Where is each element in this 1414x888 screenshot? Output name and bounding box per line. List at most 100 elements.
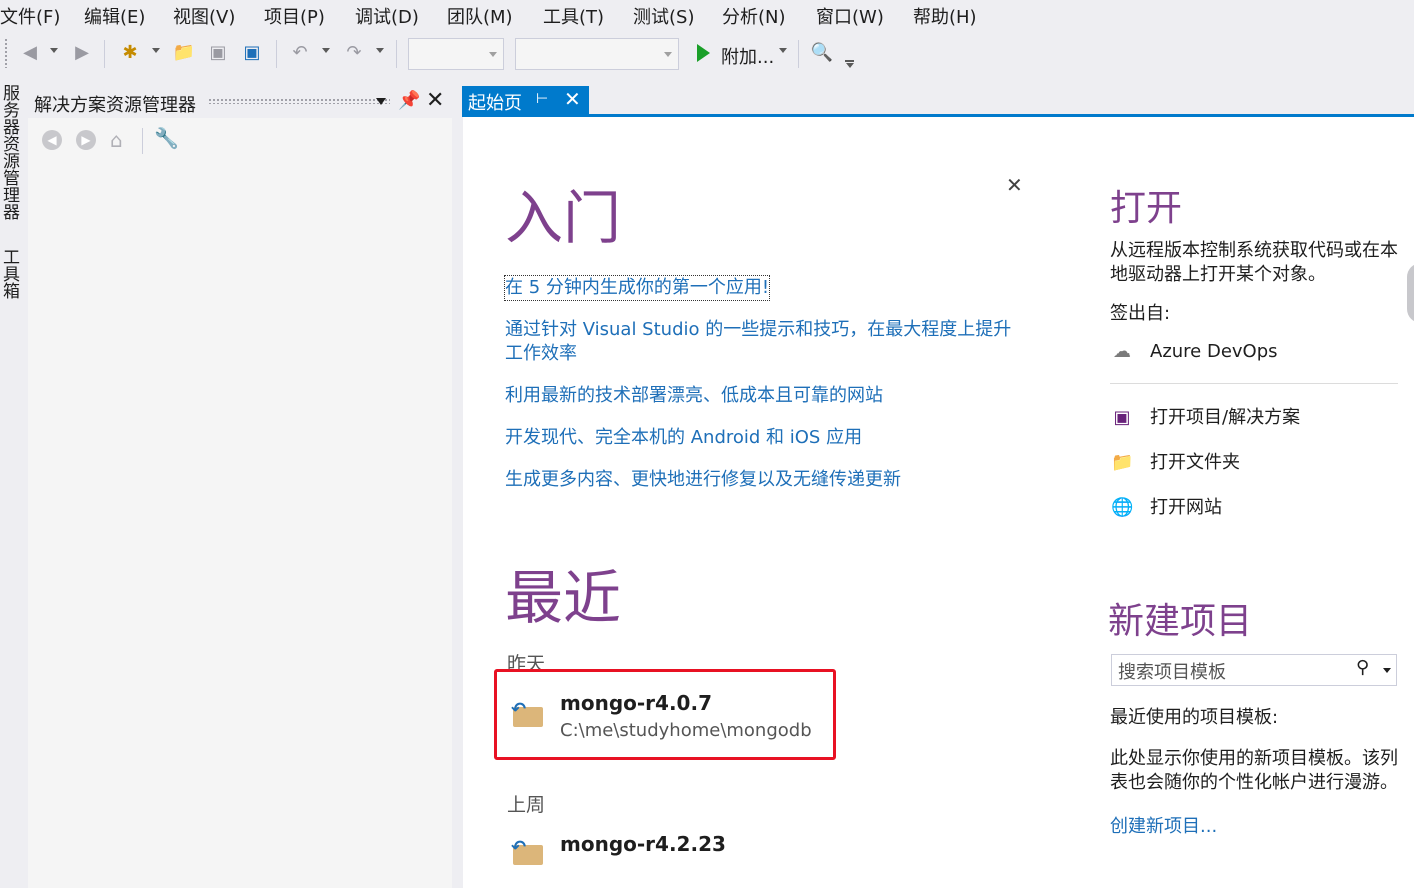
recent-heading: 最近: [505, 564, 622, 632]
home-icon[interactable]: ⌂: [110, 128, 123, 152]
new-project-icon[interactable]: ✱: [118, 41, 142, 65]
recent-item-name[interactable]: mongo-r4.0.7: [560, 691, 712, 715]
menu-tools[interactable]: 工具(T): [543, 3, 604, 29]
link-devops[interactable]: 生成更多内容、更快地进行修复以及无缝传递更新: [505, 468, 901, 492]
solution-explorer-panel: 解决方案资源管理器 📌 ✕ ◀ ▶ ⌂ 🔧: [28, 86, 452, 888]
close-tab-icon[interactable]: ✕: [564, 87, 581, 111]
menu-edit[interactable]: 编辑(E): [84, 3, 145, 29]
save-icon[interactable]: ▣: [206, 41, 230, 65]
open-website-link[interactable]: 打开网站: [1150, 496, 1222, 520]
solution-explorer-tree[interactable]: [28, 162, 452, 888]
chevron-down-icon[interactable]: [1383, 668, 1391, 673]
wrench-icon[interactable]: 🔧: [154, 126, 179, 150]
link-deploy-websites[interactable]: 利用最新的技术部署漂亮、低成本且可靠的网站: [505, 384, 883, 408]
toolbar: ◀ ▶ ✱ 📁 ▣ ▣ ↶ ↷ 附加... 🔍: [0, 30, 1414, 78]
azure-devops-link[interactable]: Azure DevOps: [1150, 340, 1278, 364]
link-tips-tricks[interactable]: 通过针对 Visual Studio 的一些提示和技巧，在最大程度上提升: [505, 318, 1011, 342]
back-icon[interactable]: ◀: [42, 130, 62, 150]
toolbar-separator: [276, 40, 277, 68]
menu-analyze[interactable]: 分析(N): [722, 3, 786, 29]
tab-label: 起始页: [468, 93, 522, 114]
forward-icon[interactable]: ▶: [70, 41, 94, 65]
chevron-down-icon: [489, 52, 497, 57]
menu-help[interactable]: 帮助(H): [913, 3, 977, 29]
solution-explorer-title: 解决方案资源管理器: [34, 95, 196, 116]
divider: [1110, 383, 1398, 384]
undo-icon[interactable]: ↶: [288, 41, 312, 65]
menu-debug[interactable]: 调试(D): [355, 3, 419, 29]
menu-project[interactable]: 项目(P): [264, 3, 325, 29]
server-explorer-tab[interactable]: 服务器资源管理器: [0, 84, 19, 220]
undo-dropdown-icon[interactable]: [322, 48, 330, 53]
configuration-combo[interactable]: [408, 38, 504, 70]
open-folder-link[interactable]: 打开文件夹: [1150, 451, 1240, 475]
create-new-project-link[interactable]: 创建新项目...: [1110, 815, 1217, 839]
vs-solution-icon: ▣: [1113, 407, 1131, 428]
panel-menu-icon[interactable]: [376, 98, 386, 105]
link-mobile-apps[interactable]: 开发现代、完全本机的 Android 和 iOS 应用: [505, 426, 862, 450]
find-in-files-icon[interactable]: 🔍: [810, 41, 834, 65]
attach-button[interactable]: 附加...: [721, 43, 774, 69]
forward-icon[interactable]: ▶: [76, 130, 96, 150]
recent-item-name[interactable]: mongo-r4.2.23: [560, 832, 726, 856]
new-project-heading: 新建项目: [1108, 601, 1253, 642]
close-icon[interactable]: ✕: [426, 88, 444, 113]
search-icon[interactable]: ⚲: [1356, 657, 1369, 678]
recent-item-path: C:\me\studyhome\mongodb: [560, 720, 812, 741]
solution-explorer-toolbar: ◀ ▶ ⌂ 🔧: [28, 118, 452, 162]
toolbar-separator: [104, 40, 105, 68]
platform-combo[interactable]: [515, 38, 679, 70]
recent-templates-label: 最近使用的项目模板:: [1110, 707, 1279, 728]
attach-dropdown-icon[interactable]: [779, 48, 787, 53]
menu-view[interactable]: 视图(V): [173, 3, 235, 29]
toolbox-tab[interactable]: 工具箱: [0, 248, 19, 299]
solution-folder-icon: ↶: [511, 699, 543, 727]
redo-icon[interactable]: ↷: [342, 41, 366, 65]
left-tool-strip: 服务器资源管理器 工具箱: [0, 78, 22, 888]
globe-icon: 🌐: [1111, 497, 1134, 518]
scroll-marker[interactable]: [1407, 263, 1414, 323]
close-icon[interactable]: ✕: [1006, 173, 1023, 197]
open-folder-icon: 📁: [1111, 452, 1134, 473]
toolbar-overflow-icon[interactable]: [845, 60, 854, 62]
menu-file[interactable]: 文件(F): [0, 3, 60, 29]
link-tips-tricks-cont[interactable]: 工作效率: [505, 342, 577, 366]
pin-icon[interactable]: ⊢: [536, 91, 548, 107]
redo-dropdown-icon[interactable]: [376, 48, 384, 53]
chevron-down-icon: [664, 52, 672, 57]
menu-team[interactable]: 团队(M): [447, 3, 513, 29]
open-description-line1: 从远程版本控制系统获取代码或在本: [1110, 240, 1398, 261]
templates-info-line1: 此处显示你使用的新项目模板。该列: [1110, 748, 1398, 769]
tab-start-page[interactable]: 起始页 ⊢ ✕: [462, 86, 589, 116]
back-dropdown-icon[interactable]: [50, 48, 58, 53]
search-placeholder: 搜索项目模板: [1118, 662, 1226, 683]
menu-window[interactable]: 窗口(W): [816, 3, 884, 29]
templates-info-line2: 表也会随你的个性化帐户进行漫游。: [1110, 772, 1398, 793]
play-icon[interactable]: [697, 44, 710, 62]
recent-group-last-week: 上周: [507, 794, 546, 816]
cloud-icon: ☁: [1113, 341, 1131, 362]
document-tab-well: [462, 86, 1414, 116]
checkout-label: 签出自:: [1110, 303, 1171, 324]
solution-explorer-header: 解决方案资源管理器 📌 ✕: [28, 86, 452, 118]
getting-started-heading: 入门: [505, 184, 622, 252]
solution-folder-icon: ↶: [511, 837, 543, 865]
toolbar-separator: [396, 40, 397, 68]
toolbar-separator: [142, 128, 143, 154]
new-dropdown-icon[interactable]: [152, 48, 160, 53]
template-search-input[interactable]: 搜索项目模板 ⚲: [1111, 654, 1397, 686]
link-first-app[interactable]: 在 5 分钟内生成你的第一个应用!: [503, 275, 771, 301]
open-project-link[interactable]: 打开项目/解决方案: [1150, 406, 1300, 430]
toolbar-separator: [798, 40, 799, 68]
save-all-icon[interactable]: ▣: [240, 41, 264, 65]
toolbar-grip: [4, 38, 8, 68]
toolbar-overflow-arrow-icon[interactable]: [846, 63, 854, 68]
start-page: 入门 ✕ 在 5 分钟内生成你的第一个应用! 通过针对 Visual Studi…: [463, 117, 1414, 888]
back-icon[interactable]: ◀: [18, 41, 42, 65]
open-heading: 打开: [1110, 188, 1183, 229]
open-description-line2: 地驱动器上打开某个对象。: [1110, 264, 1326, 285]
open-folder-icon[interactable]: 📁: [172, 41, 196, 65]
pin-icon[interactable]: 📌: [398, 90, 420, 111]
panel-grip[interactable]: [208, 98, 390, 104]
menu-test[interactable]: 测试(S): [633, 3, 694, 29]
